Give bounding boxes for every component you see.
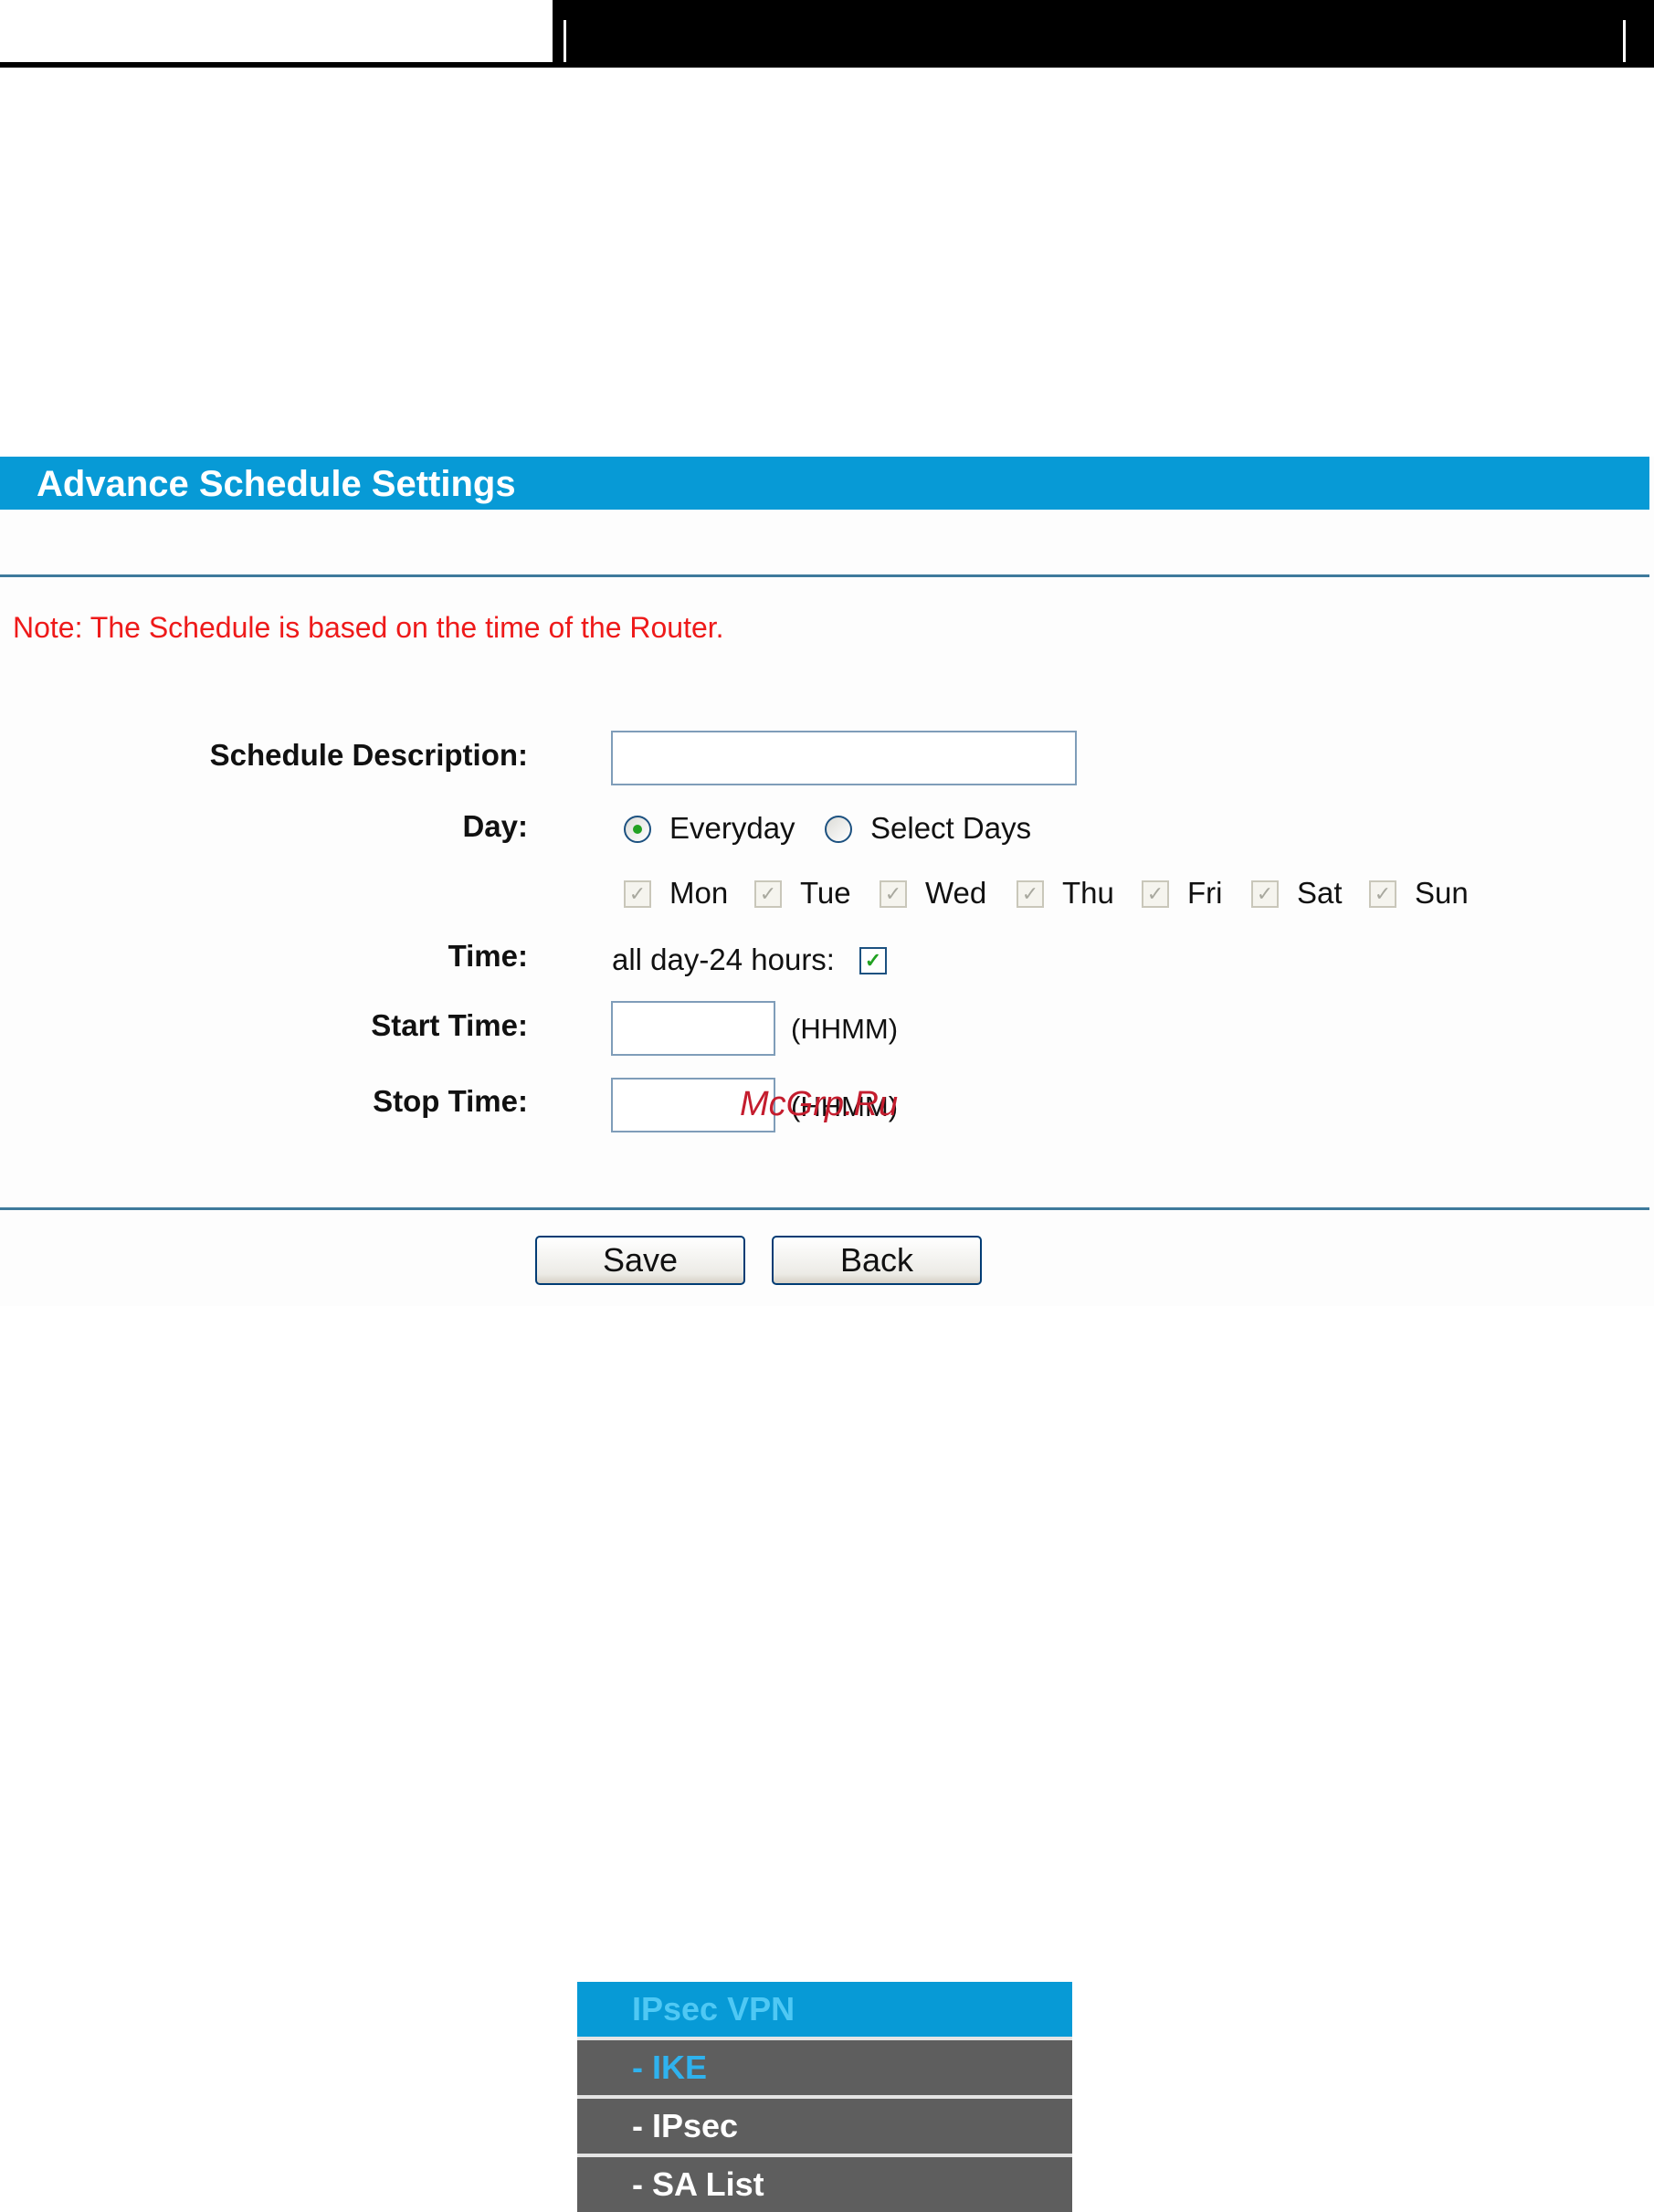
save-button[interactable]: Save <box>535 1236 745 1285</box>
back-button[interactable]: Back <box>772 1236 982 1285</box>
header-rule <box>0 62 553 68</box>
stop-time-label: Stop Time: <box>373 1084 528 1118</box>
schedule-description-field[interactable] <box>611 731 1077 785</box>
all-day-label: all day-24 hours: <box>612 943 835 976</box>
day-label-tue: Tue <box>800 876 851 910</box>
day-checkbox-sun[interactable]: ✓ <box>1369 880 1396 908</box>
everyday-radio[interactable] <box>624 816 651 843</box>
start-time-format-hint: (HHMM) <box>791 1013 899 1045</box>
menu-item-ipsec-vpn[interactable]: IPsec VPN <box>577 1982 1072 2037</box>
day-checkbox-thu[interactable]: ✓ <box>1017 880 1044 908</box>
schedule-note: Note: The Schedule is based on the time … <box>13 611 724 644</box>
panel-title: Advance Schedule Settings <box>37 464 516 504</box>
header-bar-tick-left <box>564 20 566 62</box>
all-day-checkbox[interactable]: ✓ <box>859 947 887 974</box>
menu-item-ike[interactable]: - IKE <box>577 2040 1072 2095</box>
day-label-sun: Sun <box>1415 876 1469 910</box>
menu-item-sa-list[interactable]: - SA List <box>577 2157 1072 2212</box>
time-label: Time: <box>448 939 528 973</box>
radio-selected-dot <box>633 825 642 834</box>
start-time-label: Start Time: <box>371 1008 528 1042</box>
start-time-input[interactable] <box>613 1003 774 1054</box>
day-label-mon: Mon <box>669 876 729 910</box>
schedule-description-input[interactable] <box>613 732 1075 784</box>
day-checkbox-wed[interactable]: ✓ <box>880 880 907 908</box>
select-days-radio[interactable] <box>825 816 852 843</box>
everyday-label: Everyday <box>669 811 795 845</box>
select-days-label: Select Days <box>870 811 1032 845</box>
day-checkbox-tue[interactable]: ✓ <box>754 880 782 908</box>
day-label-thu: Thu <box>1062 876 1114 910</box>
day-label: Day: <box>462 809 528 843</box>
menu-item-ipsec[interactable]: - IPsec <box>577 2099 1072 2154</box>
bottom-divider <box>0 1207 1649 1210</box>
header-bar <box>553 0 1654 68</box>
day-label-fri: Fri <box>1187 876 1223 910</box>
day-label-sat: Sat <box>1297 876 1343 910</box>
top-divider <box>0 574 1649 577</box>
day-label-wed: Wed <box>925 876 987 910</box>
header-bar-tick-right <box>1623 20 1626 62</box>
day-checkbox-fri[interactable]: ✓ <box>1142 880 1169 908</box>
watermark: McGrp.Ru <box>740 1085 899 1123</box>
schedule-description-label: Schedule Description: <box>209 738 528 772</box>
day-checkbox-sat[interactable]: ✓ <box>1251 880 1279 908</box>
start-time-field[interactable] <box>611 1001 775 1056</box>
day-checkbox-mon[interactable]: ✓ <box>624 880 651 908</box>
